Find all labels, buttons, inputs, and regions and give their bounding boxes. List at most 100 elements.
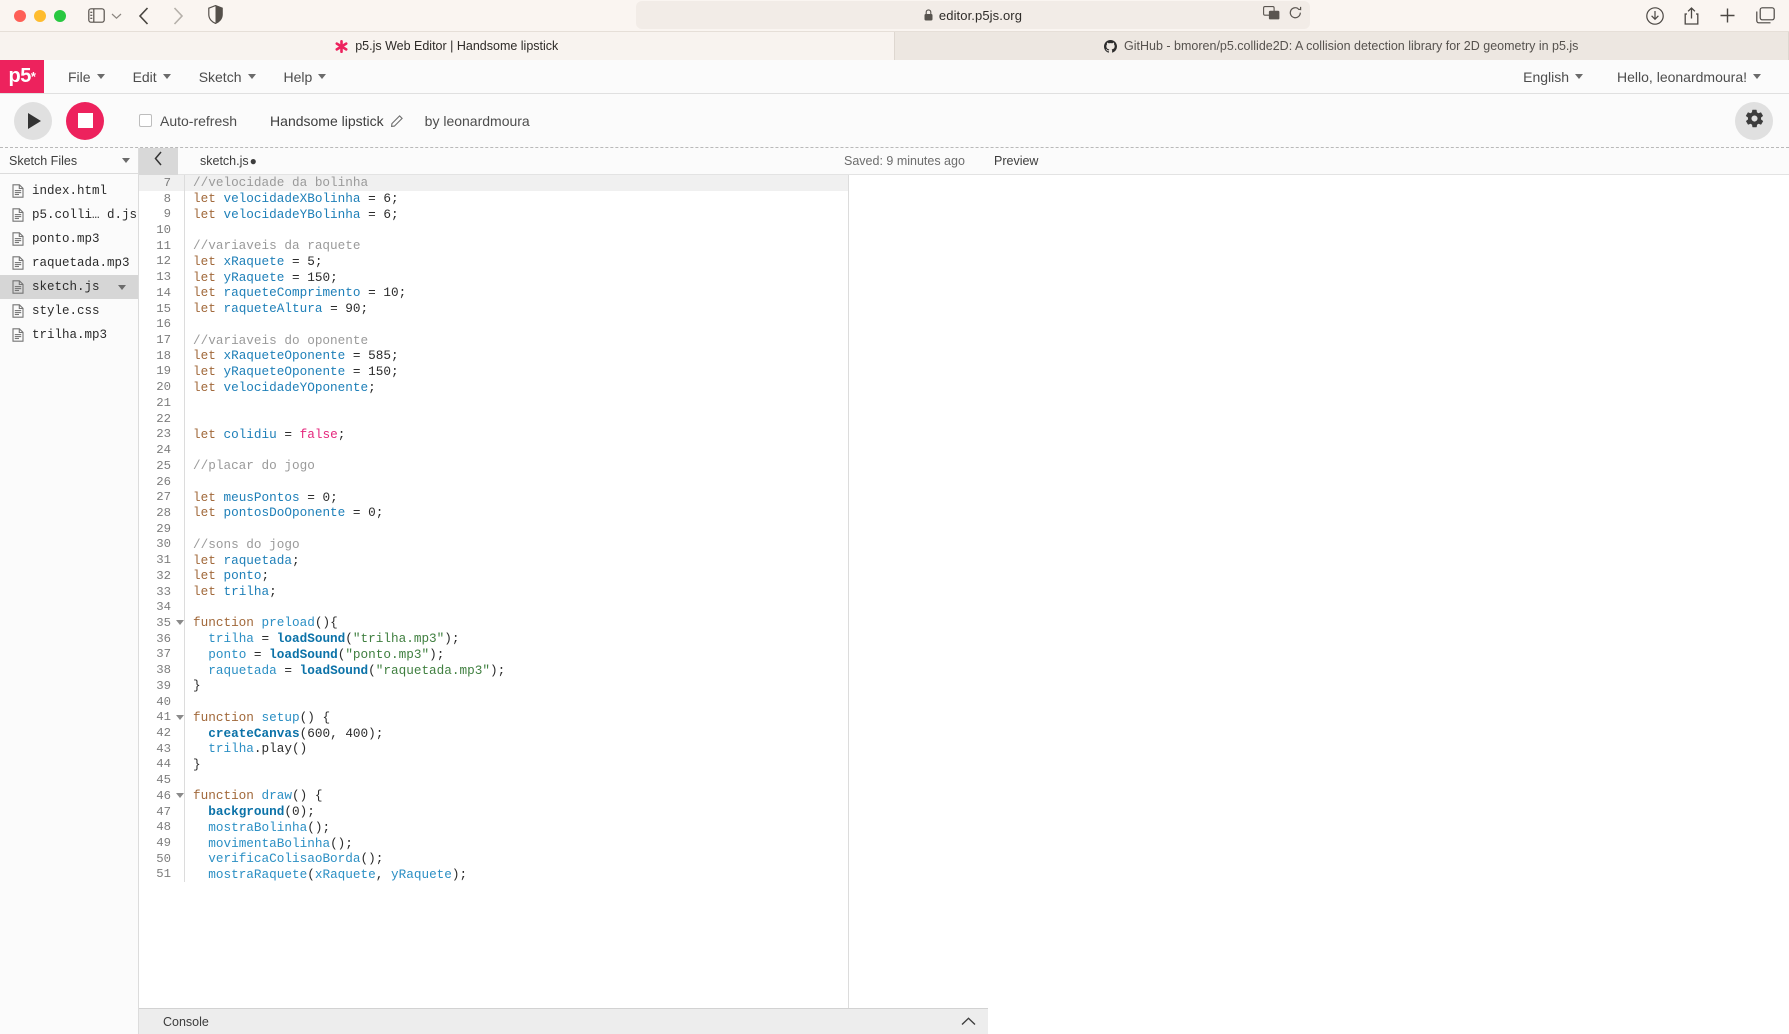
menu-sketch[interactable]: Sketch	[185, 60, 270, 93]
url-bar[interactable]: editor.p5js.org	[636, 1, 1310, 29]
code-line[interactable]: 32 let ponto;	[139, 567, 848, 584]
code-line[interactable]: 9 let velocidadeYBolinha = 6;	[139, 206, 848, 223]
code-line[interactable]: 12 let xRaquete = 5;	[139, 253, 848, 270]
browser-tab-github[interactable]: GitHub - bmoren/p5.collide2D: A collisio…	[894, 32, 1789, 60]
code-line[interactable]: 17 //variaveis do oponente	[139, 332, 848, 348]
code-line[interactable]: 27 let meusPontos = 0;	[139, 489, 848, 506]
code-line[interactable]: 44}	[139, 756, 848, 773]
file-item-trilha-mp3[interactable]: trilha.mp3	[0, 323, 138, 347]
auto-refresh-toggle[interactable]: Auto-refresh	[139, 113, 237, 129]
code-line[interactable]: 22	[139, 410, 848, 427]
sketch-author[interactable]: by leonardmoura	[425, 113, 530, 129]
play-button[interactable]	[14, 101, 52, 140]
code-line[interactable]: 29	[139, 520, 848, 537]
settings-button[interactable]	[1735, 102, 1773, 140]
fold-toggle-icon[interactable]	[175, 793, 184, 799]
file-item-index-html[interactable]: index.html	[0, 179, 138, 203]
file-item-sketch-js[interactable]: sketch.js	[0, 275, 138, 299]
file-list[interactable]: index.html p5.colli… d.js ponto.mp3 raqueta…	[0, 174, 138, 347]
close-window-button[interactable]	[14, 9, 26, 22]
code-line[interactable]: 31 let raquetada;	[139, 552, 848, 568]
browser-toolbar-actions[interactable]	[1646, 0, 1775, 31]
file-item-ponto-mp3[interactable]: ponto.mp3	[0, 227, 138, 251]
tab-overview-icon[interactable]	[1756, 7, 1775, 24]
code-line[interactable]: 40	[139, 693, 848, 710]
sidebar-header[interactable]: Sketch Files	[0, 148, 138, 174]
code-line[interactable]: 45	[139, 772, 848, 789]
code-line[interactable]: 24	[139, 442, 848, 458]
stop-button[interactable]	[66, 101, 104, 140]
code-line[interactable]: 28 let pontosDoOponente = 0;	[139, 505, 848, 521]
url-bar-actions[interactable]	[1263, 1, 1302, 29]
file-item-style-css[interactable]: style.css	[0, 299, 138, 323]
code-line[interactable]: 46 function draw() {	[139, 788, 848, 804]
code-editor[interactable]: 7 //velocidade da bolinha 8 let velocidadeX…	[139, 175, 849, 1008]
code-line[interactable]: 10	[139, 222, 848, 238]
minimize-window-button[interactable]	[34, 9, 46, 22]
new-tab-icon[interactable]	[1719, 7, 1736, 24]
menu-file[interactable]: File	[54, 60, 119, 93]
code-line[interactable]: 8 let velocidadeXBolinha = 6;	[139, 190, 848, 207]
reload-icon[interactable]	[1289, 6, 1302, 25]
browser-tab-p5-editor[interactable]: p5.js Web Editor | Handsome lipstick	[0, 32, 895, 60]
auto-refresh-checkbox[interactable]	[139, 114, 152, 127]
code-line[interactable]: 30 //sons do jogo	[139, 536, 848, 553]
account-menu[interactable]: Hello, leonardmoura!	[1603, 60, 1775, 93]
code-line[interactable]: 26	[139, 473, 848, 490]
sketch-name-group[interactable]: Handsome lipstick	[270, 113, 403, 129]
code-line[interactable]: 19 let yRaqueteOponente = 150;	[139, 363, 848, 380]
code-line[interactable]: 49 movimentaBolinha();	[139, 835, 848, 851]
code-line[interactable]: 18 let xRaqueteOponente = 585;	[139, 347, 848, 364]
code-line[interactable]: 21	[139, 395, 848, 411]
code-lines[interactable]: 7 //velocidade da bolinha 8 let velocidadeX…	[139, 175, 848, 883]
downloads-icon[interactable]	[1646, 6, 1664, 25]
file-item-raquetada-mp3[interactable]: raquetada.mp3	[0, 251, 138, 275]
translate-icon[interactable]	[1263, 5, 1280, 25]
p5-logo[interactable]: p5 *	[0, 60, 44, 93]
code-line[interactable]: 15 let raqueteAltura = 90;	[139, 300, 848, 317]
code-line[interactable]: 43 trilha.play()	[139, 740, 848, 757]
code-line[interactable]: 23 let colidiu = false;	[139, 426, 848, 443]
code-line[interactable]: 39}	[139, 678, 848, 694]
language-selector[interactable]: English	[1509, 60, 1597, 93]
menu-edit[interactable]: Edit	[119, 60, 185, 93]
code-line[interactable]: 50 verificaColisaoBorda();	[139, 850, 848, 867]
code-line[interactable]: 7 //velocidade da bolinha	[139, 175, 848, 191]
code-line[interactable]: 14 let raqueteComprimento = 10;	[139, 285, 848, 301]
fold-toggle-icon[interactable]	[175, 714, 184, 720]
share-icon[interactable]	[1684, 6, 1699, 25]
code-line[interactable]: 51 mostraRaquete(xRaquete, yRaquete);	[139, 866, 848, 883]
browser-tab-strip[interactable]: p5.js Web Editor | Handsome lipstick Git…	[0, 31, 1789, 60]
shield-icon[interactable]	[208, 5, 223, 24]
chevron-down-icon[interactable]	[118, 284, 126, 290]
code-line[interactable]: 13 let yRaquete = 150;	[139, 269, 848, 286]
chevron-up-icon[interactable]	[961, 1017, 976, 1026]
code-line[interactable]: 38 raquetada = loadSound("raquetada.mp3"…	[139, 662, 848, 678]
code-line[interactable]: 37 ponto = loadSound("ponto.mp3");	[139, 646, 848, 663]
code-line[interactable]: 48 mostraBolinha();	[139, 819, 848, 836]
header-right-group[interactable]: English Hello, leonardmoura!	[1509, 60, 1789, 93]
console-bar[interactable]: Console	[139, 1008, 988, 1034]
chevron-down-icon[interactable]	[111, 12, 122, 20]
menu-help[interactable]: Help	[270, 60, 341, 93]
collapse-sidebar-button[interactable]	[139, 147, 178, 175]
app-menubar[interactable]: File Edit Sketch Help	[54, 60, 340, 93]
code-line[interactable]: 35 function preload(){	[139, 615, 848, 631]
chevron-down-icon[interactable]	[122, 158, 130, 163]
pencil-icon[interactable]	[390, 114, 403, 127]
fold-toggle-icon[interactable]	[175, 620, 184, 626]
code-vertical-scrollbar[interactable]	[838, 175, 848, 1008]
code-line[interactable]: 36 trilha = loadSound("trilha.mp3");	[139, 630, 848, 647]
code-line[interactable]: 16	[139, 316, 848, 333]
code-line[interactable]: 33 let trilha;	[139, 583, 848, 600]
code-line[interactable]: 25 //placar do jogo	[139, 457, 848, 474]
code-line[interactable]: 47 background(0);	[139, 803, 848, 820]
code-line[interactable]: 41 function setup() {	[139, 709, 848, 726]
window-traffic-lights[interactable]	[14, 9, 66, 22]
forward-icon[interactable]	[172, 6, 184, 25]
maximize-window-button[interactable]	[54, 9, 66, 22]
sketch-name[interactable]: Handsome lipstick	[270, 113, 384, 129]
code-line[interactable]: 42 createCanvas(600, 400);	[139, 725, 848, 741]
back-icon[interactable]	[138, 6, 150, 25]
sidebar-toggle-icon[interactable]	[88, 8, 105, 23]
